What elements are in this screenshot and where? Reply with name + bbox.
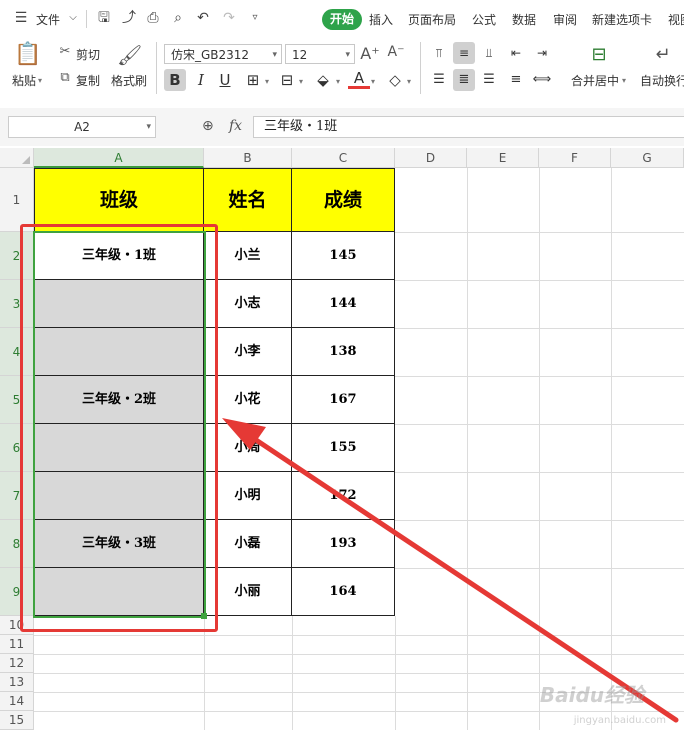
font-color-icon[interactable]: A (348, 69, 370, 89)
zoom-icon[interactable]: ⊕ (202, 118, 214, 134)
align-middle-icon[interactable]: ≡ (453, 42, 475, 64)
align-right-icon[interactable]: ☰ (478, 69, 500, 91)
merge-cells-icon: ⊟ (591, 44, 607, 65)
ribbon-toolbar: 📋 粘贴 ▾ ✂ 剪切 ⧉ 复制 🖌 格式刷 仿宋_GB2312 ▾ 12 ▾ … (0, 38, 684, 100)
tab-formulas[interactable]: 公式 (472, 11, 496, 28)
conditional-dropdown-icon[interactable]: ▾ (299, 77, 303, 86)
formula-bar: A2 ▾ ⊕ fx 三年级・1班 (0, 108, 684, 146)
file-menu[interactable]: 文件 (36, 11, 60, 28)
chevron-down-icon: ▾ (146, 122, 151, 132)
merge-center-button[interactable]: 合并居中 (571, 72, 619, 89)
print-icon[interactable]: ⎙ (144, 9, 162, 27)
distributed-icon[interactable]: ⟺ (531, 69, 553, 91)
format-painter-button[interactable]: 格式刷 (111, 72, 147, 89)
export-icon[interactable]: ⤴ (120, 9, 138, 27)
annotation-arrow (222, 418, 679, 723)
align-bottom-icon[interactable]: ⫫ (478, 42, 500, 64)
justify-icon[interactable]: ≡ (505, 69, 527, 91)
align-center-icon[interactable]: ≣ (453, 69, 475, 91)
name-box[interactable]: A2 ▾ (8, 116, 156, 138)
arrow-shaft (235, 425, 679, 723)
increase-indent-icon[interactable]: ⇥ (531, 42, 553, 64)
tab-review[interactable]: 审阅 (553, 11, 577, 28)
merge-dropdown-icon[interactable]: ▾ (622, 76, 626, 85)
file-menu-chevron-icon[interactable]: ⌵ (64, 9, 82, 27)
wrap-text-icon: ↵ (655, 44, 671, 65)
conditional-format-icon[interactable]: ⊟ (276, 69, 298, 91)
paste-button[interactable]: 粘贴 (12, 72, 36, 89)
tab-view[interactable]: 视图 (668, 11, 684, 28)
eraser-dropdown-icon[interactable]: ▾ (407, 77, 411, 86)
font-size-value: 12 (292, 48, 308, 62)
font-name-value: 仿宋_GB2312 (171, 48, 250, 62)
print-preview-icon[interactable]: ⌕ (169, 9, 187, 27)
italic-button[interactable]: I (190, 69, 212, 91)
spreadsheet-grid: A B C D E F G 1 2 3 4 5 6 7 8 9 10 11 12… (0, 148, 684, 730)
watermark-logo: Baidu经验 (539, 683, 644, 707)
save-icon[interactable]: 🖫 (95, 9, 113, 27)
scissors-icon: ✂ (59, 44, 71, 59)
decrease-indent-icon[interactable]: ⇤ (505, 42, 527, 64)
formula-input[interactable]: 三年级・1班 (253, 116, 684, 138)
name-box-value: A2 (74, 120, 90, 134)
align-left-icon[interactable]: ☰ (428, 69, 450, 91)
bold-button[interactable]: B (164, 69, 186, 91)
decrease-font-icon[interactable]: A⁻ (386, 44, 406, 60)
border-icon[interactable]: ⊞ (242, 69, 264, 91)
menu-separator (86, 10, 87, 28)
redo-icon[interactable]: ↷ (220, 9, 238, 27)
paste-dropdown-icon[interactable]: ▾ (38, 76, 42, 85)
underline-button[interactable]: U (214, 69, 236, 91)
undo-icon[interactable]: ↶ (194, 9, 212, 27)
paste-icon[interactable]: 📋 (14, 42, 42, 68)
chevron-down-icon: ▾ (272, 50, 277, 60)
tab-page-layout[interactable]: 页面布局 (408, 11, 456, 28)
toolbar-separator (420, 42, 421, 94)
align-top-icon[interactable]: ⫪ (428, 42, 450, 64)
toolbar-separator (156, 42, 157, 94)
copy-button[interactable]: 复制 (76, 72, 100, 89)
eraser-icon[interactable]: ◇ (384, 69, 406, 91)
copy-icon: ⧉ (60, 70, 70, 85)
hamburger-menu-icon[interactable]: ☰ (12, 9, 30, 27)
tab-new[interactable]: 新建选项卡 (592, 11, 652, 28)
font-color-dropdown-icon[interactable]: ▾ (371, 77, 375, 86)
cut-button[interactable]: 剪切 (76, 46, 100, 63)
watermark-url: jingyan.baidu.com (573, 715, 666, 726)
fx-icon[interactable]: fx (229, 118, 242, 134)
wrap-text-button[interactable]: 自动换行 (640, 72, 684, 89)
fill-color-dropdown-icon[interactable]: ▾ (336, 77, 340, 86)
format-painter-icon: 🖌 (117, 43, 143, 67)
chevron-down-icon: ▾ (345, 50, 350, 60)
border-dropdown-icon[interactable]: ▾ (265, 77, 269, 86)
menu-bar: ☰ 文件 ⌵ 🖫 ⤴ ⎙ ⌕ ↶ ↷ ▿ 开始 插入 页面布局 公式 数据 审阅… (0, 0, 684, 38)
tab-home[interactable]: 开始 (322, 9, 362, 30)
increase-font-icon[interactable]: A⁺ (360, 44, 380, 63)
tab-insert[interactable]: 插入 (369, 11, 393, 28)
tab-data[interactable]: 数据 (512, 11, 536, 28)
fill-color-icon[interactable]: ⬙ (312, 69, 334, 91)
font-name-select[interactable]: 仿宋_GB2312 ▾ (164, 44, 282, 64)
font-size-select[interactable]: 12 ▾ (285, 44, 355, 64)
quick-access-dropdown-icon[interactable]: ▿ (246, 9, 264, 27)
